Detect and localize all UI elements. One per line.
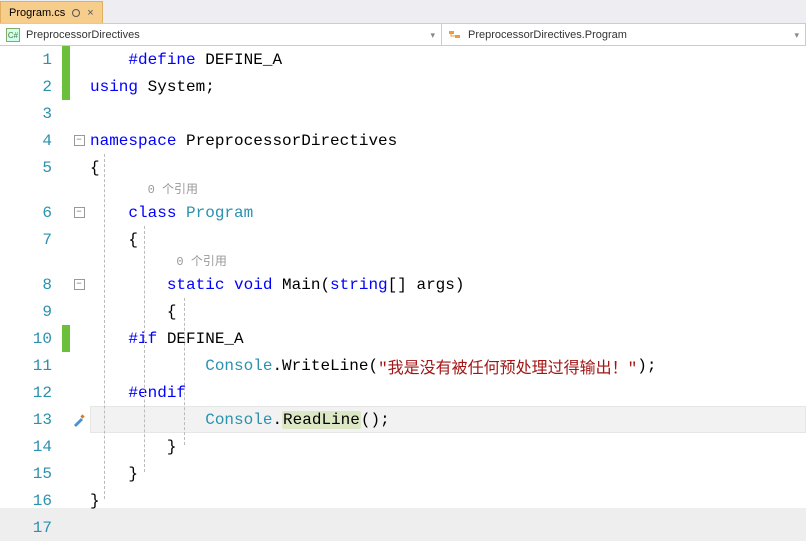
code-line[interactable]: static void Main(string[] args) [90, 271, 806, 298]
outline-guide [104, 154, 105, 499]
line-number: 16 [0, 492, 60, 510]
code-line[interactable] [90, 514, 806, 541]
line-number: 14 [0, 438, 60, 456]
nav-member-dropdown[interactable]: PreprocessorDirectives.Program ▾ [442, 24, 806, 46]
change-marker [62, 325, 70, 352]
gutter: 1 2 3 4− 5 6− 7 8− 9 10 11 12 13 14 15 1… [0, 46, 90, 508]
code-line[interactable]: namespace PreprocessorDirectives [90, 127, 806, 154]
code-line[interactable]: using System; [90, 73, 806, 100]
line-number: 12 [0, 384, 60, 402]
nav-bar: C# PreprocessorDirectives ▾ Preprocessor… [0, 24, 806, 46]
line-number: 2 [0, 78, 60, 96]
line-number: 6 [0, 204, 60, 222]
line-number: 3 [0, 105, 60, 123]
line-number: 13 [0, 411, 60, 429]
line-number: 1 [0, 51, 60, 69]
nav-scope-label: PreprocessorDirectives [26, 29, 140, 41]
line-number: 5 [0, 159, 60, 177]
code-line[interactable]: } [90, 433, 806, 460]
code-area[interactable]: #define DEFINE_A using System; namespace… [90, 46, 806, 508]
line-number: 8 [0, 276, 60, 294]
code-line[interactable]: { [90, 154, 806, 181]
code-editor[interactable]: 1 2 3 4− 5 6− 7 8− 9 10 11 12 13 14 15 1… [0, 46, 806, 508]
chevron-down-icon: ▾ [794, 30, 799, 41]
line-number: 7 [0, 231, 60, 249]
tab-program-cs[interactable]: Program.cs × [0, 1, 103, 23]
tab-label: Program.cs [9, 7, 65, 19]
change-marker [62, 73, 70, 100]
class-icon [448, 28, 462, 42]
code-line[interactable]: class Program [90, 199, 806, 226]
nav-scope-dropdown[interactable]: C# PreprocessorDirectives ▾ [0, 24, 442, 46]
csharp-project-icon: C# [6, 28, 20, 42]
code-line[interactable]: #define DEFINE_A [90, 46, 806, 73]
code-line[interactable] [90, 100, 806, 127]
fold-toggle[interactable]: − [70, 199, 88, 226]
codelens-hint[interactable]: 0 个引用 [90, 181, 806, 199]
line-number: 11 [0, 357, 60, 375]
code-line[interactable]: { [90, 298, 806, 325]
tab-bar: Program.cs × [0, 0, 806, 24]
fold-toggle[interactable]: − [70, 127, 88, 154]
change-marker [62, 46, 70, 73]
close-icon[interactable]: × [87, 7, 93, 19]
line-number: 17 [0, 519, 60, 537]
outline-guide [184, 298, 185, 445]
line-number: 9 [0, 303, 60, 321]
codelens-hint[interactable]: 0 个引用 [90, 253, 806, 271]
code-line[interactable]: #if DEFINE_A [90, 325, 806, 352]
pin-icon[interactable] [71, 8, 81, 18]
code-line[interactable]: } [90, 460, 806, 487]
code-line[interactable]: #endif [90, 379, 806, 406]
code-line-current[interactable]: Console.ReadLine(); [90, 406, 806, 433]
chevron-down-icon: ▾ [430, 30, 435, 41]
line-number: 4 [0, 132, 60, 150]
code-line[interactable]: } [90, 487, 806, 514]
fold-toggle[interactable]: − [70, 271, 88, 298]
nav-member-label: PreprocessorDirectives.Program [468, 29, 627, 41]
code-line[interactable]: Console.WriteLine("我是没有被任何预处理过得输出！"); [90, 352, 806, 379]
outline-guide [144, 226, 145, 472]
code-line[interactable]: { [90, 226, 806, 253]
line-number: 10 [0, 330, 60, 348]
quick-action-icon[interactable] [70, 406, 88, 433]
line-number: 15 [0, 465, 60, 483]
